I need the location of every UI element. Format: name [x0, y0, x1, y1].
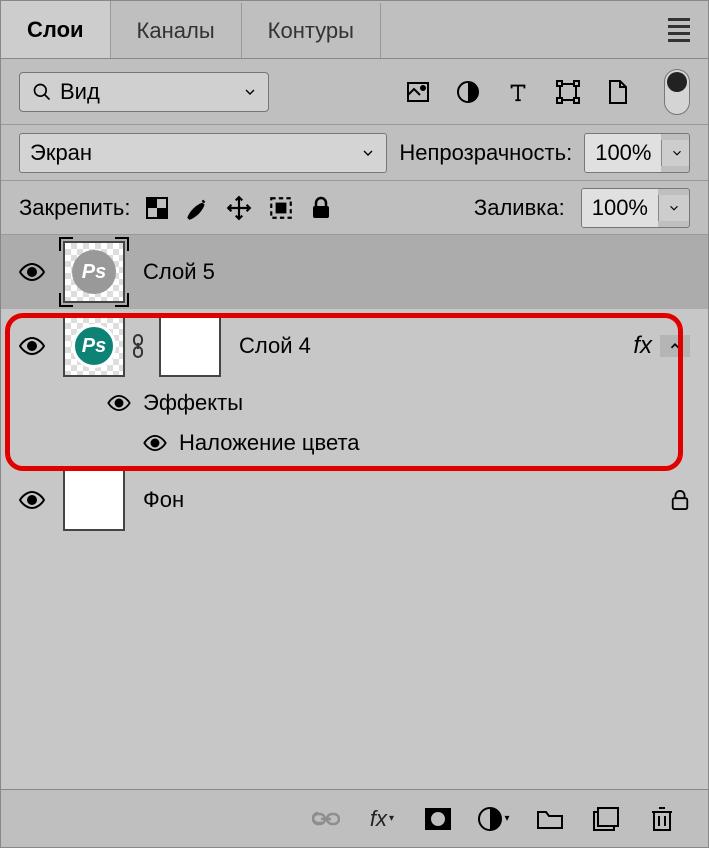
blend-opacity-row: Экран Непрозрачность: 100%	[1, 125, 708, 181]
lock-label: Закрепить:	[19, 195, 130, 221]
layer-filter-dropdown[interactable]: Вид	[19, 72, 269, 112]
chevron-down-icon	[242, 84, 258, 100]
fx-effects-label: Эффекты	[143, 390, 243, 416]
opacity-value: 100%	[585, 134, 661, 172]
layer-name[interactable]: Слой 5	[143, 259, 215, 285]
layer-thumbnail[interactable]: Ps	[63, 315, 125, 377]
tab-layers[interactable]: Слои	[1, 1, 111, 58]
toggle-knob	[667, 72, 687, 92]
hamburger-icon	[668, 18, 690, 42]
layer-row[interactable]: Фон	[1, 463, 708, 537]
lock-icon[interactable]	[670, 489, 690, 511]
tab-channels[interactable]: Каналы	[111, 3, 242, 58]
layer-row[interactable]: Ps Слой 4 fx	[1, 309, 708, 383]
mask-link-icon[interactable]	[131, 334, 145, 358]
ps-logo-icon: Ps	[72, 250, 116, 294]
layer-name[interactable]: Слой 4	[239, 333, 311, 359]
chevron-down-icon	[661, 140, 690, 166]
visibility-toggle[interactable]	[19, 337, 45, 355]
opacity-input[interactable]: 100%	[584, 133, 690, 173]
fx-color-overlay-label: Наложение цвета	[179, 430, 360, 456]
lock-transparency-icon[interactable]	[146, 197, 168, 219]
panel-menu-button[interactable]	[650, 1, 708, 58]
lock-artboard-icon[interactable]	[268, 195, 294, 221]
visibility-toggle[interactable]	[143, 435, 167, 451]
adjustment-layer-button[interactable]: ▾	[478, 807, 510, 831]
opacity-label: Непрозрачность:	[399, 140, 572, 166]
fx-color-overlay[interactable]: Наложение цвета	[1, 423, 708, 463]
blend-mode-dropdown[interactable]: Экран	[19, 133, 387, 173]
mask-thumbnail[interactable]	[159, 315, 221, 377]
filter-type-icon[interactable]	[500, 74, 536, 110]
layer-row[interactable]: Ps Слой 5	[1, 235, 708, 309]
visibility-toggle[interactable]	[19, 491, 45, 509]
lock-all-icon[interactable]	[310, 196, 332, 220]
layers-bottom-toolbar: fx▾ ▾	[1, 789, 708, 847]
layer-thumbnail[interactable]: Ps	[63, 241, 125, 303]
fx-collapse-toggle[interactable]	[660, 335, 690, 357]
layer-filter-row: Вид	[1, 59, 708, 125]
layer-name[interactable]: Фон	[143, 487, 184, 513]
lock-pixels-icon[interactable]	[184, 195, 210, 221]
fx-button[interactable]: fx▾	[366, 806, 398, 832]
tab-paths[interactable]: Контуры	[242, 3, 381, 58]
filter-shape-icon[interactable]	[550, 74, 586, 110]
link-layers-button[interactable]	[310, 810, 342, 828]
chevron-down-icon	[658, 195, 689, 221]
filter-icons	[400, 69, 690, 115]
lock-row: Закрепить: Заливка: 100%	[1, 181, 708, 235]
visibility-toggle[interactable]	[19, 263, 45, 281]
filter-toggle[interactable]	[664, 69, 690, 115]
visibility-toggle[interactable]	[107, 395, 131, 411]
filter-smartobject-icon[interactable]	[600, 74, 636, 110]
fx-indicator[interactable]: fx	[633, 332, 660, 360]
ps-logo-icon: Ps	[72, 324, 116, 368]
fill-label: Заливка:	[474, 195, 565, 221]
blend-mode-value: Экран	[30, 140, 92, 166]
filter-adjustment-icon[interactable]	[450, 74, 486, 110]
delete-layer-button[interactable]	[646, 806, 678, 832]
new-group-button[interactable]	[534, 808, 566, 830]
layers-panel: Слои Каналы Контуры Вид	[0, 0, 709, 848]
new-layer-button[interactable]	[590, 807, 622, 831]
filter-pixel-icon[interactable]	[400, 74, 436, 110]
layers-list: Ps Слой 5 Ps Слой 4 fx	[1, 235, 708, 789]
fill-value: 100%	[582, 189, 658, 227]
filter-label: Вид	[60, 79, 100, 105]
panel-tabs: Слои Каналы Контуры	[1, 1, 708, 59]
search-icon	[32, 82, 52, 102]
add-mask-button[interactable]	[422, 808, 454, 830]
lock-position-icon[interactable]	[226, 195, 252, 221]
fill-input[interactable]: 100%	[581, 188, 690, 228]
fx-effects-header[interactable]: Эффекты	[1, 383, 708, 423]
chevron-down-icon	[360, 145, 376, 161]
layer-thumbnail[interactable]	[63, 469, 125, 531]
